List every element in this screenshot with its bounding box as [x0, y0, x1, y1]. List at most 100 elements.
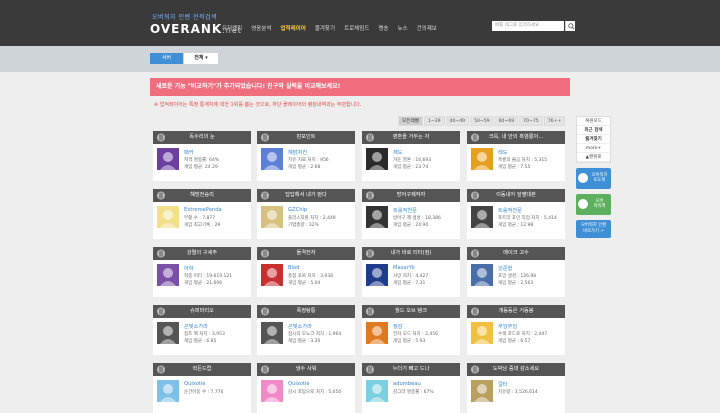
player-name-link[interactable]: MasarYk: [393, 265, 415, 271]
achievement-card[interactable]: 개동등은 거동봉 부잉부잉 수색 포드로 처치 : 2,447 게임 평균 : 6.5…: [467, 305, 565, 355]
drone-icon: [471, 307, 479, 316]
sidebar-ad-overwatch[interactable]: 오버워치 토도위: [576, 168, 611, 189]
mech-icon: [471, 249, 479, 258]
achievement-card[interactable]: 강렬의 구세주 아하 적중 미터 : 19,619,121 게임 평균 : 21,60…: [153, 247, 251, 297]
achievement-card[interactable]: 영혼을 거두는 자 체도 거둔 영혼 : 16,693 게임 평균 : 23.74: [362, 131, 460, 181]
nav-item[interactable]: 트로체밈드: [344, 24, 369, 32]
nav-item[interactable]: 즐겨찾기: [315, 24, 335, 32]
achievement-card[interactable]: 폭정탕통 곤빛소가라 점시의 도노크 처치 : 1,964 게임 평균 : 3.20: [257, 305, 355, 355]
sub-toolbar: [0, 46, 720, 72]
player-name-link[interactable]: ExtremePanda: [184, 207, 222, 213]
player-name-link[interactable]: 체도: [393, 149, 403, 156]
achievement-body: GZChip 플러스지원 처치 : 2,449 기엽총량 : 32%: [257, 202, 355, 239]
achievement-title-bar: 핀포인트: [257, 131, 355, 144]
achievement-card[interactable]: 누더기 빼고 드나 adumbeau 감그라 명중률 : 67%: [362, 363, 460, 413]
notice-banner[interactable]: 새로운 기능 "비교하기"가 추가되었습니다! 친구와 실력을 비교해보세요!: [150, 78, 570, 96]
achievement-card[interactable]: 이동내어 앞옆대본 트롤적천문 포트리 포인 직업 처치 : 5,414 게임 평균 …: [467, 189, 565, 239]
nav-item[interactable]: 랭송: [378, 24, 388, 32]
hero-portrait-icon: [366, 322, 388, 344]
level-filter-button[interactable]: 1~39: [423, 116, 445, 126]
stat-line: 수색 포드로 처치 : 2,447: [498, 332, 548, 337]
tab-server[interactable]: 서버: [150, 53, 183, 64]
stat-line: 부활 수 : 7,877: [184, 216, 216, 221]
cloud-icon: [366, 365, 374, 374]
achievement-title: 도박남 중대 감소세요: [492, 366, 540, 372]
player-name-link[interactable]: GZChip: [288, 207, 307, 213]
player-name-link[interactable]: adumbeau: [393, 381, 421, 387]
sidebar-item[interactable]: more+: [577, 144, 610, 153]
player-name-link[interactable]: Quixotie: [288, 381, 310, 387]
achievement-card[interactable]: 메이크 고수 갓준형 포망 생성 : 126.98 게임 평균 : 2,563: [467, 247, 565, 297]
nav-item[interactable]: 건의제보: [417, 24, 437, 32]
sidebar-inven-link[interactable]: 오버워치 인벤 바로가기 ↗: [576, 220, 611, 238]
achievement-title: 메이크 고수: [503, 250, 529, 256]
sidebar-item[interactable]: 복원모드: [577, 117, 610, 126]
nav-item[interactable]: 유저랭킹: [222, 24, 242, 32]
hero-portrait-icon: [471, 264, 493, 286]
achievement-card[interactable]: 해방전승리 ExtremePanda 부활 수 : 7,877 게임 최고기록 : 2…: [153, 189, 251, 239]
achievement-card[interactable]: 월드 오브 탱크 정감 전차 모드 처치 : 2,456 게임 평균 : 5.93: [362, 305, 460, 355]
achievement-card[interactable]: 학든드랍 Quixotie 순간이동 수 : 7,776: [153, 363, 251, 413]
achievement-title: 누더기 빼고 드나: [392, 366, 430, 372]
achievement-title: 답답해서 내가 뛴다: [285, 192, 327, 198]
player-name-link[interactable]: 부잉부잉: [498, 323, 517, 330]
achievement-title: 크윽, 내 안의 흑염룡이...: [488, 134, 544, 140]
sidebar-ad-powerpack[interactable]: 오버 파워팩: [576, 194, 611, 215]
player-name-link[interactable]: 패커: [184, 149, 194, 156]
hero-portrait-icon: [157, 148, 179, 170]
sidebar-item[interactable]: 즐겨찾기: [577, 135, 610, 144]
player-name-link[interactable]: 곤빛소가라: [184, 323, 208, 330]
top-header: 오버워치 인벤 전적검색 OVERANK.net 유저랭킹 영웅분석 업적레이어 즐겨…: [0, 0, 720, 46]
level-filter-button[interactable]: 70~75: [519, 116, 543, 126]
player-name-link[interactable]: 트롤적천문: [498, 207, 522, 214]
achievement-card[interactable]: 답답해서 내가 뛴다 GZChip 플러스지원 처치 : 2,449 기엽총량 : 3…: [257, 189, 355, 239]
player-name-link[interactable]: 아하: [184, 265, 194, 272]
player-name-link[interactable]: 레도: [498, 149, 508, 156]
achievement-card[interactable]: 크윽, 내 안의 흑염룡이... 레도 흑룡의 불곰 처치 : 5,315 게임 평균…: [467, 131, 565, 181]
player-name-link[interactable]: 정감: [393, 323, 403, 330]
tab-all-dropdown[interactable]: 전체 ▾: [184, 53, 218, 64]
player-name-link[interactable]: Blod: [288, 265, 299, 271]
achievement-card[interactable]: 슈퍼마리오 곤빛소가라 점프 팩 처치 : 3,953 게임 평균 : 6.85: [153, 305, 251, 355]
achievement-card[interactable]: 방어구제작자 트롤적천문 방어구 제 생성 : 18,386 게임 평균 : 24.9…: [362, 189, 460, 239]
sidebar-menu: 복원모드 최근 검색 즐겨찾기 more+ ▲맨위로: [576, 116, 611, 163]
achievement-card[interactable]: 독수리의 눈 패커 저격 명중률: 64% 게임 평균: 24.29: [153, 131, 251, 181]
nav-item[interactable]: 뉴스: [398, 24, 408, 32]
search-input[interactable]: 배틀 태그를 입력하세요: [492, 21, 564, 31]
achievement-body: MasarYk 사망 처치 : 4,427 게임 평균 : 7.31: [362, 260, 460, 297]
nav-item[interactable]: 영웅분석: [251, 24, 271, 32]
stat-line: 점프 팩 처치 : 3,953: [184, 332, 225, 337]
player-name-link[interactable]: 곤빛소가라: [288, 323, 312, 330]
achievement-card[interactable]: 내가 바로 티타(짐) MasarYk 사망 처치 : 4,427 게임 평균 : 7…: [362, 247, 460, 297]
achievement-title-bar: 독수리의 눈: [153, 131, 251, 144]
achievement-body: ExtremePanda 부활 수 : 7,877 게임 최고기록 : 29: [153, 202, 251, 239]
hero-portrait-icon: [471, 206, 493, 228]
player-name-link[interactable]: 갓준형: [498, 265, 512, 272]
player-name-link[interactable]: 걸타: [498, 381, 508, 388]
player-name-link[interactable]: Quixotie: [184, 381, 206, 387]
achievement-card[interactable]: 도박남 중대 감소세요걸타치유량 : 3,526,614: [467, 363, 565, 413]
level-filter-button[interactable]: 40~49: [445, 116, 470, 126]
player-name-link[interactable]: 해맑치킨: [288, 149, 307, 156]
player-name-link[interactable]: 트롤적천문: [393, 207, 417, 214]
level-filter-button[interactable]: 76++: [543, 116, 566, 126]
search-button[interactable]: [565, 21, 575, 31]
achievement-title-bar: 내가 바로 티타(짐): [362, 247, 460, 260]
achievement-title-bar: 방어구제작자: [362, 189, 460, 202]
nav-item[interactable]: 업적레이어: [281, 24, 306, 32]
level-filter-button[interactable]: 60~69: [494, 116, 519, 126]
sidebar-item[interactable]: ▲맨위로: [577, 153, 610, 162]
stat-line: 게임 평균 : 21,606: [184, 281, 223, 286]
achievement-title: 돌격전자: [296, 250, 316, 256]
stat-line: 치유량 : 3,526,614: [498, 390, 538, 395]
location-icon: [578, 173, 588, 183]
achievement-card[interactable]: 냉수 사워 Quixotie 감시 포탑으로 처치 : 5,650: [257, 363, 355, 413]
achievement-card[interactable]: 핀포인트 해맑치킨 치유 치료 처치 : 956 게임 평균 : 2.68: [257, 131, 355, 181]
sidebar-item[interactable]: 최근 검색: [577, 126, 610, 135]
level-filter-button[interactable]: 50~59: [470, 116, 494, 126]
stat-line: 치유 치료 처치 : 956: [288, 158, 329, 163]
achievement-card[interactable]: 돌격전자 Blod 총점 포로 처치 : 3,938 게임 평균 : 5.04: [257, 247, 355, 297]
achievement-title: 방어구제작자: [396, 192, 426, 198]
level-filter-button[interactable]: 모든레벨: [398, 116, 423, 126]
stat-line: 게임 평균 : 5.04: [288, 281, 321, 286]
